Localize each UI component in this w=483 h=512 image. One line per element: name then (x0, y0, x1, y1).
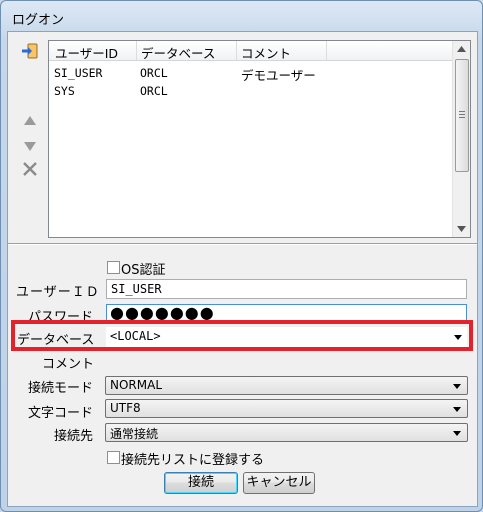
os-auth-label: OS認証 (121, 263, 166, 278)
highlight-frame (11, 320, 473, 351)
connect-mode-select[interactable]: NORMAL (105, 376, 468, 395)
list-cell-user: SI_USER (54, 66, 103, 80)
charset-select[interactable]: UTF8 (105, 399, 468, 418)
destination-select[interactable]: 通常接続 (105, 423, 468, 442)
chevron-down-icon (453, 431, 461, 436)
move-up-icon[interactable] (21, 112, 39, 130)
list-header: ユーザーID データベース コメント (49, 41, 452, 61)
os-auth-checkbox[interactable] (107, 261, 120, 274)
user-id-field[interactable]: SI_USER (106, 279, 467, 299)
connection-list[interactable]: ユーザーID データベース コメント SI_USER ORCL デモユーザー S… (48, 40, 471, 238)
cancel-button[interactable]: キャンセル (243, 472, 315, 494)
chevron-down-icon (453, 407, 461, 412)
charset-value: UTF8 (110, 401, 141, 415)
user-id-value: SI_USER (111, 282, 162, 296)
column-header-comment[interactable]: コメント (241, 43, 291, 62)
list-cell-user: SYS (54, 84, 75, 98)
connect-mode-label: 接続モード (28, 381, 94, 396)
move-down-icon[interactable] (21, 137, 39, 155)
window-title: ログオン (12, 13, 65, 28)
comment-label: コメント (42, 357, 95, 372)
list-scrollbar[interactable] (452, 41, 470, 237)
charset-label: 文字コード (28, 406, 94, 421)
login-icon[interactable] (21, 42, 39, 60)
list-cell-comment: デモユーザー (241, 68, 316, 83)
destination-value: 通常接続 (110, 427, 159, 441)
connect-button[interactable]: 接続 (164, 472, 238, 494)
column-header-database[interactable]: データベース (141, 43, 215, 62)
user-id-label: ユーザーＩＤ (16, 285, 100, 300)
logon-dialog: ログオン ユーザーID データベース コメント SI_USER ORCL デモユ… (0, 0, 483, 512)
section-divider (8, 243, 477, 245)
scrollbar-thumb[interactable] (455, 59, 469, 172)
list-cell-database: ORCL (140, 66, 168, 80)
column-header-user-id[interactable]: ユーザーID (55, 43, 118, 62)
register-label: 接続先リストに登録する (121, 453, 265, 468)
chevron-down-icon (453, 384, 461, 389)
scroll-down-icon[interactable] (457, 226, 466, 232)
delete-icon[interactable] (21, 160, 39, 178)
dialog-body: ユーザーID データベース コメント SI_USER ORCL デモユーザー S… (7, 31, 478, 507)
register-checkbox[interactable] (107, 451, 120, 464)
destination-label: 接続先 (54, 429, 94, 444)
list-cell-database: ORCL (140, 84, 168, 98)
comment-field[interactable] (106, 351, 467, 371)
connect-mode-value: NORMAL (110, 378, 163, 392)
scroll-up-icon[interactable] (457, 46, 466, 52)
